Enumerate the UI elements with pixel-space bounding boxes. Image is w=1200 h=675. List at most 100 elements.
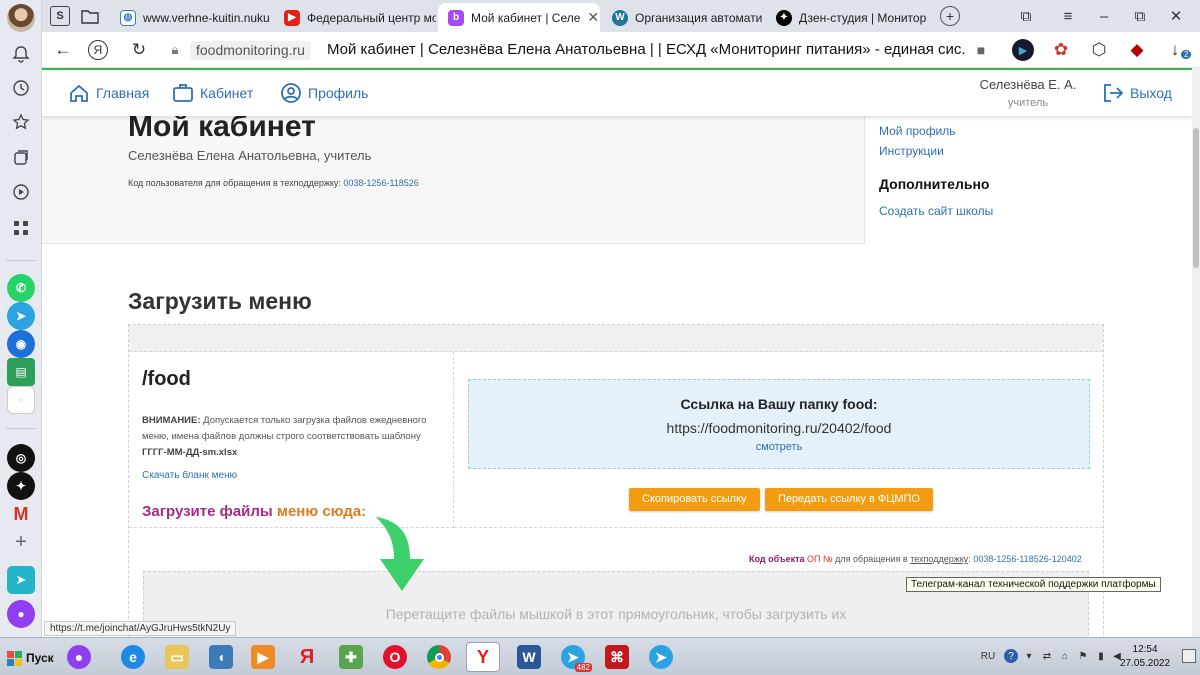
zen-icon[interactable]: ✦	[7, 472, 35, 500]
template-name: ГГГГ-ММ-ДД-sm.xlsx	[142, 447, 238, 458]
telegram-icon[interactable]: ➤	[7, 302, 35, 330]
create-school-site-link[interactable]: Создать сайт школы	[879, 204, 993, 218]
reload-icon[interactable]: ↻	[128, 39, 150, 61]
address-page-title[interactable]: Мой кабинет | Селезнёва Елена Анатольевн…	[327, 41, 967, 58]
tab-4[interactable]: W Организация автомати	[602, 3, 764, 32]
collections-icon[interactable]	[7, 144, 35, 172]
alice-voice-icon[interactable]: ◎	[7, 444, 35, 472]
cabinet-header: Мой кабинет Селезнёва Елена Анатольевна,…	[42, 110, 1192, 244]
logout-link[interactable]: Выход	[1102, 82, 1172, 104]
taskbar: Пуск ● e ▭ ◖ ▶ Я ✚ O Y W ➤ 482 ⌘ ➤ RU ? ▾…	[0, 637, 1200, 675]
nav-cabinet[interactable]: Кабинет	[172, 82, 253, 104]
help-icon[interactable]: ?	[1004, 649, 1018, 663]
lock-icon[interactable]: 🔒︎	[164, 39, 186, 61]
instructions-link[interactable]: Инструкции	[879, 144, 944, 158]
profile-avatar[interactable]	[7, 4, 35, 32]
extension-media-icon[interactable]: ▶	[1012, 39, 1034, 61]
object-code: Код объекта ОП № для обращения в техподд…	[749, 554, 1082, 564]
nav-profile[interactable]: Профиль	[280, 82, 368, 104]
whatsapp-icon[interactable]: ✆	[7, 274, 35, 302]
start-button[interactable]: Пуск	[1, 646, 60, 670]
restore-window-icon[interactable]: ⧉	[1130, 6, 1150, 26]
support-code-value[interactable]: 0038-1256-118526	[343, 178, 418, 188]
language-indicator[interactable]: RU	[978, 649, 998, 663]
folder-info: /food ВНИМАНИЕ: Допускается только загру…	[129, 352, 454, 528]
add-panel-icon[interactable]: +	[7, 528, 35, 556]
messenger-app-icon[interactable]: ◉	[7, 330, 35, 358]
flag-icon[interactable]: ⚑	[1076, 649, 1090, 663]
yandex-active-icon[interactable]: Y	[466, 642, 500, 672]
usb-icon[interactable]: ⌂	[1058, 649, 1072, 663]
media-player-icon[interactable]: ◖	[204, 642, 238, 672]
download-blank-link[interactable]: Скачать бланк меню	[142, 470, 237, 481]
arrow-icon[interactable]: ▾	[1022, 649, 1036, 663]
url-domain[interactable]: foodmonitoring.ru	[190, 41, 311, 60]
tray-arrows-icon[interactable]: ⇄	[1040, 649, 1054, 663]
chrome-icon[interactable]	[422, 642, 456, 672]
upload-header-strip	[129, 325, 1103, 352]
extension-icon[interactable]: ✿	[1050, 39, 1072, 61]
briefcase-icon	[173, 84, 193, 102]
bookmarks-star-icon[interactable]	[7, 108, 35, 136]
obj-code-label: Код объекта	[749, 554, 805, 564]
history-icon[interactable]	[7, 74, 35, 102]
page-scrollbar[interactable]	[1192, 68, 1200, 637]
view-link[interactable]: смотреть	[469, 441, 1089, 453]
alice-taskbar-icon[interactable]: ●	[62, 642, 96, 672]
puzzle-game-icon[interactable]: ✚	[334, 642, 368, 672]
downloads-badge: 2	[1181, 50, 1192, 59]
video-app-icon[interactable]: ▶	[246, 642, 280, 672]
back-arrow-icon[interactable]: ←	[52, 39, 74, 61]
yandex-icon[interactable]: Я	[88, 40, 108, 60]
network-icon[interactable]: ▮	[1094, 649, 1108, 663]
yandex-browser-icon[interactable]: Я	[290, 642, 324, 672]
word-icon[interactable]: W	[512, 642, 546, 672]
send-icon[interactable]: ➤	[7, 566, 35, 594]
send-link-button[interactable]: Передать ссылку в ФЦМПО	[765, 488, 933, 511]
app-icon[interactable]: ◌	[7, 386, 35, 414]
close-window-icon[interactable]: ✕	[1166, 6, 1186, 26]
tabs-manager-icon[interactable]: ⧉	[1016, 6, 1036, 26]
tab-5[interactable]: ✦ Дзен-студия | Монитор	[766, 3, 928, 32]
tab-1[interactable]: ◍ www.verhne-kuitin.nuku	[110, 3, 272, 32]
menu-icon[interactable]: ≡	[1058, 6, 1078, 26]
internet-explorer-icon[interactable]: e	[116, 642, 150, 672]
clock[interactable]: 12:54 27.05.2022	[1120, 643, 1170, 671]
close-icon[interactable]: ✕	[587, 9, 599, 26]
tab-3-active[interactable]: b Мой кабинет | Селе ✕	[438, 3, 600, 32]
youtube-icon: ▶	[284, 9, 300, 26]
acrobat-icon[interactable]: ⌘	[600, 642, 634, 672]
extension-puzzle-icon[interactable]: ⬡	[1088, 39, 1110, 61]
video-play-icon[interactable]	[7, 178, 35, 206]
minimize-icon[interactable]: –	[1094, 6, 1114, 26]
obj-code-value[interactable]: 0038-1256-118526-120402	[973, 554, 1081, 564]
new-tab-folder-icon[interactable]	[80, 6, 100, 26]
bookmark-icon[interactable]: ■	[970, 39, 992, 61]
show-desktop-icon[interactable]	[1182, 649, 1196, 663]
alice-icon[interactable]: ●	[7, 600, 35, 628]
drop-hint-part2: меню сюда:	[276, 503, 367, 520]
tab-2[interactable]: ▶ Федеральный центр мо	[274, 3, 436, 32]
notifications-icon[interactable]	[7, 40, 35, 68]
book-app-icon[interactable]: ▤	[7, 358, 35, 386]
apps-grid-icon[interactable]	[7, 214, 35, 242]
tooltip: Телеграм-канал технической поддержки пла…	[906, 577, 1161, 592]
zen-icon: ✦	[776, 9, 792, 26]
gmail-icon[interactable]: M	[7, 500, 35, 528]
clock-time: 12:54	[1132, 644, 1158, 655]
telegram-taskbar-icon[interactable]: ➤ 482	[556, 642, 592, 672]
copy-link-button[interactable]: Скопировать ссылку	[629, 488, 760, 511]
telegram-desktop-icon[interactable]: ➤	[644, 642, 678, 672]
tab-title: Дзен-студия | Монитор	[799, 10, 927, 25]
current-user: Селезнёва Е. А. учитель	[978, 77, 1078, 109]
nav-home[interactable]: Главная	[68, 82, 149, 104]
scrollbar-thumb[interactable]	[1193, 128, 1199, 268]
my-profile-link[interactable]: Мой профиль	[879, 124, 956, 138]
new-tab-plus-icon[interactable]: +	[940, 6, 960, 26]
opera-icon[interactable]: O	[378, 642, 412, 672]
yandex-s-icon[interactable]: S	[50, 6, 70, 26]
telegram-badge: 482	[574, 663, 592, 672]
folder-link-box: Ссылка на Вашу папку food: https://foodm…	[468, 379, 1090, 469]
extension-user-icon[interactable]: ◆	[1126, 39, 1148, 61]
file-explorer-icon[interactable]: ▭	[160, 642, 194, 672]
